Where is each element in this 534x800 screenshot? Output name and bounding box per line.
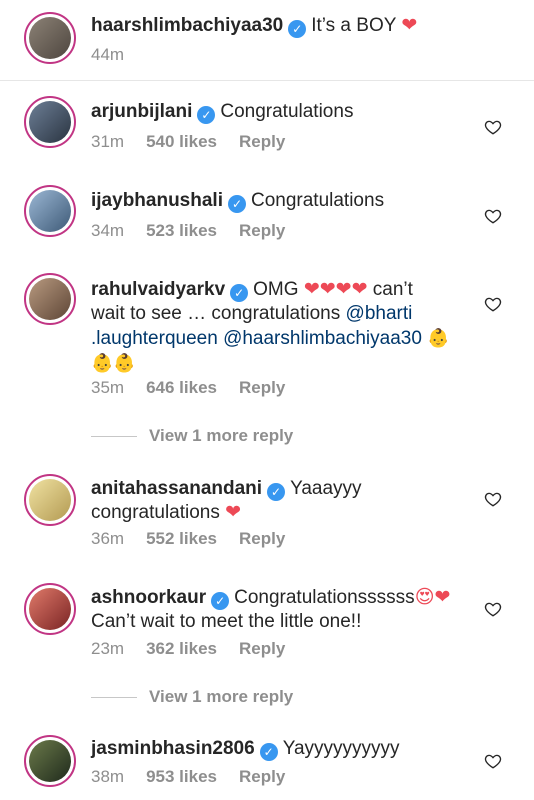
comment-meta: 38m 953 likes Reply	[91, 767, 285, 787]
avatar[interactable]	[24, 474, 76, 526]
comment-body: OMG	[253, 279, 299, 300]
heart-outline-icon[interactable]	[484, 490, 502, 508]
post-caption: haarshlimbachiyaa30 ✓ It’s a BOY ❤ 44m	[0, 0, 534, 81]
comment-text: anitahassanandani ✓ Yaaayyy congratulation…	[91, 477, 391, 525]
likes-count[interactable]: 523 likes	[146, 221, 217, 241]
comment-body: Congratulationssssss	[234, 587, 415, 608]
verified-badge-icon: ✓	[227, 195, 246, 213]
heart-emoji: ❤	[401, 15, 418, 36]
reply-button[interactable]: Reply	[239, 378, 285, 398]
heart-outline-icon[interactable]	[484, 207, 502, 225]
caption-body: It’s a BOY	[311, 15, 397, 36]
verified-badge-icon: ✓	[259, 743, 278, 761]
divider-line	[91, 435, 137, 437]
heart-emoji: ❤	[225, 502, 242, 523]
view-more-replies[interactable]: View 1 more reply	[91, 426, 293, 446]
heart-emojis: ❤❤❤❤	[303, 279, 368, 300]
timestamp: 34m	[91, 221, 125, 240]
view-more-replies[interactable]: View 1 more reply	[91, 687, 293, 707]
avatar-image	[29, 588, 71, 630]
comment-text: arjunbijlani ✓ Congratulations	[91, 100, 451, 124]
heart-outline-icon[interactable]	[484, 752, 502, 770]
username[interactable]: arjunbijlani	[91, 101, 192, 122]
reply-button[interactable]: Reply	[239, 132, 285, 152]
username[interactable]: anitahassanandani	[91, 478, 262, 499]
avatar-image	[29, 278, 71, 320]
username[interactable]: rahulvaidyarkv	[91, 279, 225, 300]
verified-badge-icon: ✓	[230, 284, 249, 302]
reply-button[interactable]: Reply	[239, 639, 285, 659]
timestamp: 36m	[91, 529, 125, 548]
timestamp: 38m	[91, 767, 125, 786]
avatar-image	[29, 101, 71, 143]
comment-text: rahulvaidyarkv ✓ OMG ❤❤❤❤ can’t wait to se…	[91, 278, 451, 376]
reply-button[interactable]: Reply	[239, 529, 285, 549]
mention-link[interactable]: @haarshlimbachiyaa30	[223, 328, 422, 349]
view-more-label[interactable]: View 1 more reply	[149, 687, 293, 707]
timestamp: 35m	[91, 378, 125, 397]
username[interactable]: ijaybhanushali	[91, 190, 223, 211]
view-more-label[interactable]: View 1 more reply	[149, 426, 293, 446]
comment-meta: 23m 362 likes Reply	[91, 639, 285, 659]
reply-button[interactable]: Reply	[239, 767, 285, 787]
reply-button[interactable]: Reply	[239, 221, 285, 241]
comment-body: Congratulations	[220, 101, 354, 122]
avatar[interactable]	[24, 735, 76, 787]
emojis: 😍❤	[414, 587, 451, 608]
avatar[interactable]	[24, 583, 76, 635]
caption-text: haarshlimbachiyaa30 ✓ It’s a BOY ❤	[91, 14, 451, 38]
timestamp: 23m	[91, 639, 125, 658]
avatar[interactable]	[24, 96, 76, 148]
verified-badge-icon: ✓	[288, 20, 307, 38]
likes-count[interactable]: 552 likes	[146, 529, 217, 549]
heart-outline-icon[interactable]	[484, 295, 502, 313]
avatar[interactable]	[24, 273, 76, 325]
verified-badge-icon: ✓	[267, 483, 286, 501]
comment-text: ashnoorkaur ✓ Congratulationssssss😍❤ Can’t…	[91, 586, 491, 634]
avatar[interactable]	[24, 12, 76, 64]
heart-outline-icon[interactable]	[484, 600, 502, 618]
comment-meta: 35m 646 likes Reply	[91, 378, 285, 398]
avatar-image	[29, 740, 71, 782]
avatar[interactable]	[24, 185, 76, 237]
username[interactable]: haarshlimbachiyaa30	[91, 15, 283, 36]
comment-meta: 31m 540 likes Reply	[91, 132, 285, 152]
verified-badge-icon: ✓	[211, 592, 230, 610]
likes-count[interactable]: 646 likes	[146, 378, 217, 398]
comment-text: ijaybhanushali ✓ Congratulations	[91, 189, 451, 213]
comment-meta: 36m 552 likes Reply	[91, 529, 285, 549]
likes-count[interactable]: 362 likes	[146, 639, 217, 659]
verified-badge-icon: ✓	[197, 106, 216, 124]
likes-count[interactable]: 953 likes	[146, 767, 217, 787]
avatar-image	[29, 479, 71, 521]
timestamp: 31m	[91, 132, 125, 151]
timestamp: 44m	[91, 45, 125, 64]
username[interactable]: jasminbhasin2806	[91, 738, 255, 759]
comment-body: Yayyyyyyyyyy	[282, 738, 400, 759]
avatar-image	[29, 190, 71, 232]
caption-meta: 44m	[91, 45, 124, 65]
comment-body: Congratulations	[250, 190, 385, 211]
avatar-image	[29, 17, 71, 59]
comment-meta: 34m 523 likes Reply	[91, 221, 285, 241]
likes-count[interactable]: 540 likes	[146, 132, 217, 152]
comment-body-cont: Can’t wait to meet the little one!!	[91, 611, 362, 632]
heart-outline-icon[interactable]	[484, 118, 502, 136]
divider-line	[91, 696, 137, 698]
comment-text: jasminbhasin2806 ✓ Yayyyyyyyyyy	[91, 737, 451, 761]
username[interactable]: ashnoorkaur	[91, 587, 206, 608]
